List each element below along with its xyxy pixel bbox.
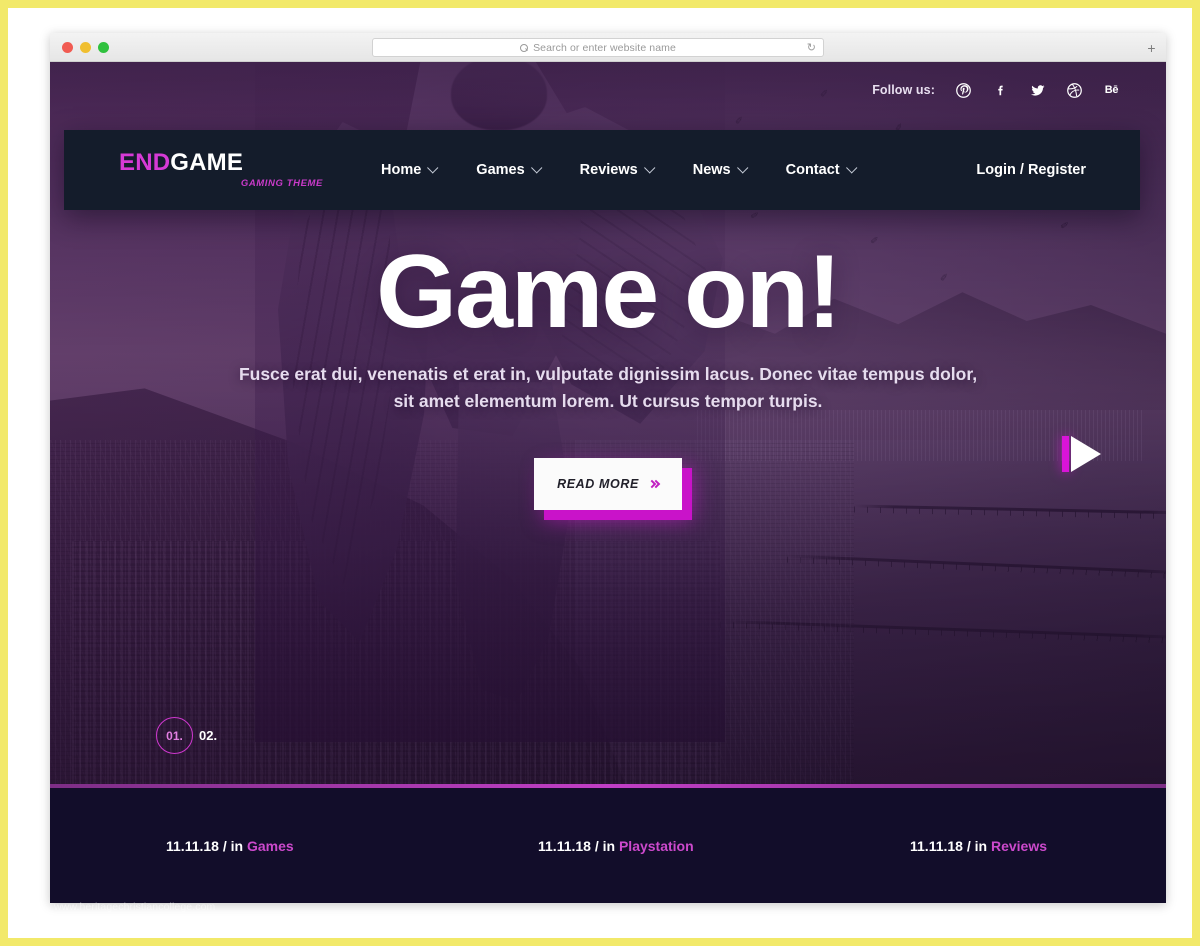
- hero-subtitle-line-1: Fusce erat dui, venenatis et erat in, vu…: [238, 364, 978, 385]
- nav-item-label: News: [692, 162, 731, 178]
- hero-content: Game on! Fusce erat dui, venenatis et er…: [50, 234, 1166, 521]
- pinterest-icon[interactable]: [955, 82, 972, 99]
- news-separator: / in: [594, 837, 616, 854]
- news-date: 11.11.18: [166, 837, 219, 854]
- news-category[interactable]: Reviews: [991, 838, 1047, 854]
- minimize-window-button[interactable]: [80, 42, 91, 53]
- watermark: www.heritagechristiancollege.com: [54, 901, 216, 913]
- chevron-down-icon: [427, 162, 439, 174]
- nav-item-label: Reviews: [579, 162, 638, 178]
- dribbble-icon[interactable]: [1066, 82, 1083, 99]
- news-separator: / in: [222, 837, 244, 854]
- double-chevron-right-icon: [647, 480, 661, 489]
- nav-item-contact[interactable]: Contact: [785, 162, 857, 178]
- nav-item-label: Home: [381, 162, 422, 178]
- slider-page-1[interactable]: 01.: [156, 717, 193, 754]
- hero-title: Game on!: [376, 234, 842, 350]
- news-date: 11.11.18: [538, 837, 591, 854]
- nav-item-reviews[interactable]: Reviews: [579, 162, 656, 178]
- address-bar[interactable]: Search or enter website name ↻: [372, 38, 824, 57]
- facebook-icon[interactable]: [992, 82, 1009, 99]
- news-item[interactable]: 11.11.18 / in Games: [50, 838, 422, 854]
- latest-news-bar: 11.11.18 / in Games 11.11.18 / in Playst…: [50, 788, 1166, 903]
- window-controls: [62, 42, 109, 53]
- news-item[interactable]: 11.11.18 / in Playstation: [422, 838, 794, 854]
- social-links: Bē: [955, 82, 1120, 99]
- site-viewport: ✐ ✐ ✐ ✐ ✐ ✐ ✐ ✐ ✐ ✐ ✐ ✐: [50, 62, 1166, 903]
- behance-label: Bē: [1104, 84, 1119, 96]
- chevron-down-icon: [643, 162, 656, 174]
- follow-us-label: Follow us:: [872, 83, 935, 97]
- chevron-down-icon: [736, 162, 748, 174]
- maximize-window-button[interactable]: [98, 42, 109, 53]
- chevron-down-icon: [845, 162, 857, 174]
- address-bar-placeholder: Search or enter website name: [520, 42, 676, 54]
- login-register-link[interactable]: Login / Register: [976, 162, 1086, 178]
- news-separator: / in: [966, 837, 988, 854]
- hero-subtitle: Fusce erat dui, venenatis et erat in, vu…: [50, 361, 1166, 414]
- site-logo[interactable]: ENDGAME GAMING THEME: [119, 151, 329, 190]
- close-window-button[interactable]: [62, 42, 73, 53]
- new-tab-button[interactable]: +: [1143, 39, 1160, 56]
- nav-item-games[interactable]: Games: [476, 162, 543, 178]
- nav-item-news[interactable]: News: [692, 162, 748, 178]
- site-navbar: ENDGAME GAMING THEME Home Games Reviews …: [64, 130, 1140, 210]
- behance-icon[interactable]: Bē: [1103, 82, 1120, 99]
- address-bar-placeholder-text: Search or enter website name: [533, 41, 676, 54]
- site-navbar-wrapper: ENDGAME GAMING THEME Home Games Reviews …: [64, 130, 1140, 210]
- page-root: Search or enter website name ↻ + Follow …: [0, 0, 1200, 946]
- news-date: 11.11.18: [910, 837, 963, 854]
- reload-icon[interactable]: ↻: [807, 43, 816, 54]
- play-next-icon[interactable]: [1062, 434, 1106, 474]
- chevron-down-icon: [530, 162, 543, 174]
- browser-titlebar: Search or enter website name ↻ +: [50, 33, 1166, 62]
- search-icon: [520, 43, 529, 52]
- news-category[interactable]: Games: [247, 838, 294, 854]
- play-next-triangle: [1071, 436, 1101, 472]
- hero-subtitle-line-2: sit amet elementum lorem. Ut cursus temp…: [393, 390, 823, 411]
- main-menu: Home Games Reviews News Contact: [381, 162, 857, 178]
- logo-part-game: GAME: [170, 149, 244, 176]
- browser-window: Search or enter website name ↻ + Follow …: [50, 33, 1166, 903]
- news-category[interactable]: Playstation: [619, 838, 694, 854]
- news-item-list: 11.11.18 / in Games 11.11.18 / in Playst…: [50, 788, 1166, 903]
- twitter-icon[interactable]: [1029, 82, 1046, 99]
- slider-pagination: 01. 02.: [156, 717, 217, 754]
- read-more-wrapper: READ MORE: [534, 458, 692, 521]
- nav-item-label: Contact: [785, 162, 840, 178]
- read-more-label: READ MORE: [557, 477, 639, 492]
- logo-wordmark: ENDGAME: [119, 151, 329, 175]
- nav-item-label: Games: [476, 162, 525, 178]
- read-more-button[interactable]: READ MORE: [534, 458, 682, 511]
- logo-part-end: END: [119, 149, 171, 176]
- play-next-bar: [1062, 436, 1069, 472]
- nav-item-home[interactable]: Home: [381, 162, 439, 178]
- top-social-bar: Follow us: Bē: [50, 62, 1166, 118]
- slider-page-2[interactable]: 02.: [199, 728, 217, 743]
- news-item[interactable]: 11.11.18 / in Reviews: [794, 838, 1166, 854]
- logo-tagline: GAMING THEME: [240, 178, 323, 189]
